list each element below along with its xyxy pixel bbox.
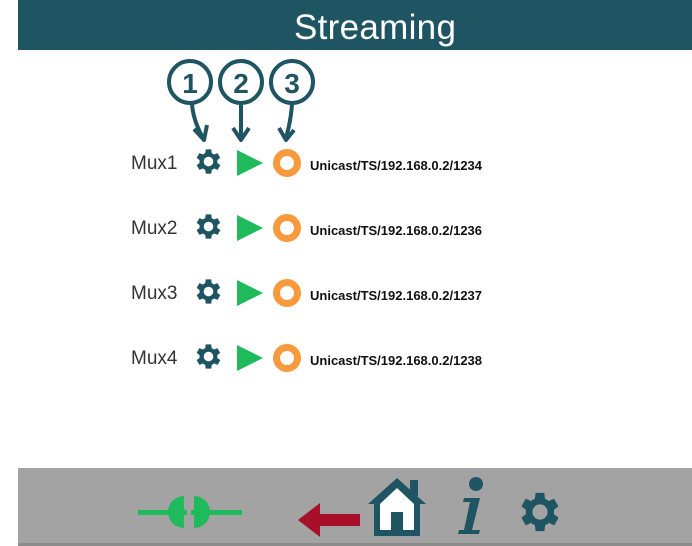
- stream-row-mux3: Mux3 Unicast/TS/192.168.0.2/1237: [0, 273, 692, 313]
- callout-1-arrow: [190, 103, 205, 139]
- play-icon[interactable]: [235, 213, 265, 243]
- gear-icon[interactable]: [192, 210, 225, 243]
- back-arrow-icon[interactable]: [298, 501, 360, 539]
- gear-icon[interactable]: [192, 340, 225, 373]
- play-icon[interactable]: [235, 278, 265, 308]
- record-icon[interactable]: [272, 148, 302, 178]
- header-bar: Streaming: [18, 0, 692, 50]
- callout-1-number: 1: [182, 68, 198, 99]
- callout-2-number: 2: [233, 68, 249, 99]
- gear-icon[interactable]: [192, 145, 225, 178]
- mux-label: Mux4: [131, 348, 178, 369]
- record-icon[interactable]: [272, 213, 302, 243]
- mux-label: Mux2: [131, 218, 178, 239]
- record-icon[interactable]: [272, 343, 302, 373]
- footer-toolbar: [18, 468, 692, 546]
- stream-url: Unicast/TS/192.168.0.2/1236: [310, 223, 483, 238]
- connection-plug-icon[interactable]: [138, 492, 242, 532]
- home-icon[interactable]: [366, 474, 428, 538]
- stream-url: Unicast/TS/192.168.0.2/1237: [310, 288, 483, 303]
- stream-url: Unicast/TS/192.168.0.2/1234: [310, 158, 483, 173]
- play-icon[interactable]: [235, 343, 265, 373]
- stream-row-mux2: Mux2 Unicast/TS/192.168.0.2/1236: [0, 208, 692, 248]
- mux-label: Mux1: [131, 153, 178, 174]
- play-icon[interactable]: [235, 148, 265, 178]
- callout-3-number: 3: [284, 68, 300, 99]
- gear-icon[interactable]: [192, 275, 225, 308]
- record-icon[interactable]: [272, 278, 302, 308]
- page-title: Streaming: [294, 8, 457, 47]
- callout-1: 1: [167, 59, 213, 142]
- stream-url: Unicast/TS/192.168.0.2/1238: [310, 353, 483, 368]
- callout-3: 3: [269, 59, 315, 142]
- callout-2: 2: [218, 59, 264, 142]
- info-icon[interactable]: [450, 474, 490, 538]
- settings-gear-icon[interactable]: [514, 486, 566, 538]
- stream-row-mux4: Mux4 Unicast/TS/192.168.0.2/1238: [0, 338, 692, 378]
- mux-label: Mux3: [131, 283, 178, 304]
- stream-row-mux1: Mux1 Unicast/TS/192.168.0.2/1234: [0, 143, 692, 183]
- callout-3-arrow: [284, 103, 294, 139]
